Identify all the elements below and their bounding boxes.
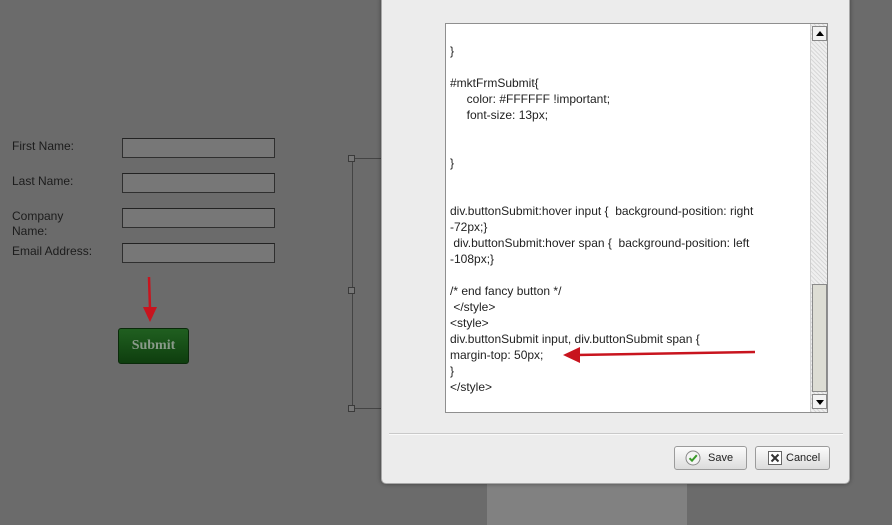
code-line: div.buttonSubmit input, div.buttonSubmit… (450, 332, 700, 346)
code-line: /* end fancy button */ (450, 284, 562, 298)
email-address-input[interactable] (122, 243, 275, 263)
code-line: -108px;} (450, 252, 495, 266)
selection-frame (352, 158, 382, 409)
code-line: div.buttonSubmit:hover input { backgroun… (450, 204, 754, 218)
cancel-label: Cancel (786, 452, 821, 464)
check-circle-icon (685, 450, 701, 466)
save-label: Save (708, 452, 734, 464)
first-name-label: First Name: (12, 139, 75, 153)
code-line: <style> (450, 316, 489, 330)
company-name-label: Company Name: (12, 209, 64, 238)
dialog-divider (389, 433, 843, 435)
code-line: margin-top: 50px; (450, 348, 544, 362)
cancel-button[interactable]: Cancel (755, 446, 830, 470)
first-name-input[interactable] (122, 138, 275, 158)
code-line: #mktFrmSubmit{ (450, 76, 539, 90)
last-name-label: Last Name: (12, 174, 74, 188)
code-line: </style> (450, 380, 493, 394)
company-name-input[interactable] (122, 208, 275, 228)
email-address-label: Email Address: (12, 244, 93, 258)
editor-scrollbar[interactable] (810, 24, 827, 412)
code-editor[interactable]: } #mktFrmSubmit{ color: #FFFFFF !importan… (445, 23, 828, 413)
scroll-up-button[interactable] (812, 26, 827, 41)
save-button[interactable]: Save (674, 446, 747, 470)
scroll-thumb[interactable] (812, 284, 827, 392)
submit-button[interactable]: Submit (118, 328, 189, 364)
x-box-icon (768, 451, 782, 465)
code-line: } (450, 156, 455, 170)
scroll-down-button[interactable] (812, 394, 827, 409)
red-arrow-icon (143, 276, 157, 322)
code-line: } (450, 44, 455, 58)
resize-handle-bottom[interactable] (348, 405, 355, 412)
code-line: } (450, 364, 455, 378)
resize-handle-top[interactable] (348, 155, 355, 162)
last-name-input[interactable] (122, 173, 275, 193)
code-line: color: #FFFFFF !important; (450, 92, 611, 106)
code-line: -72px;} (450, 220, 488, 234)
code-line: div.buttonSubmit:hover span { background… (450, 236, 750, 250)
background-panel (487, 484, 687, 525)
code-line: </style> (450, 300, 496, 314)
code-line: font-size: 13px; (450, 108, 549, 122)
resize-handle-middle[interactable] (348, 287, 355, 294)
